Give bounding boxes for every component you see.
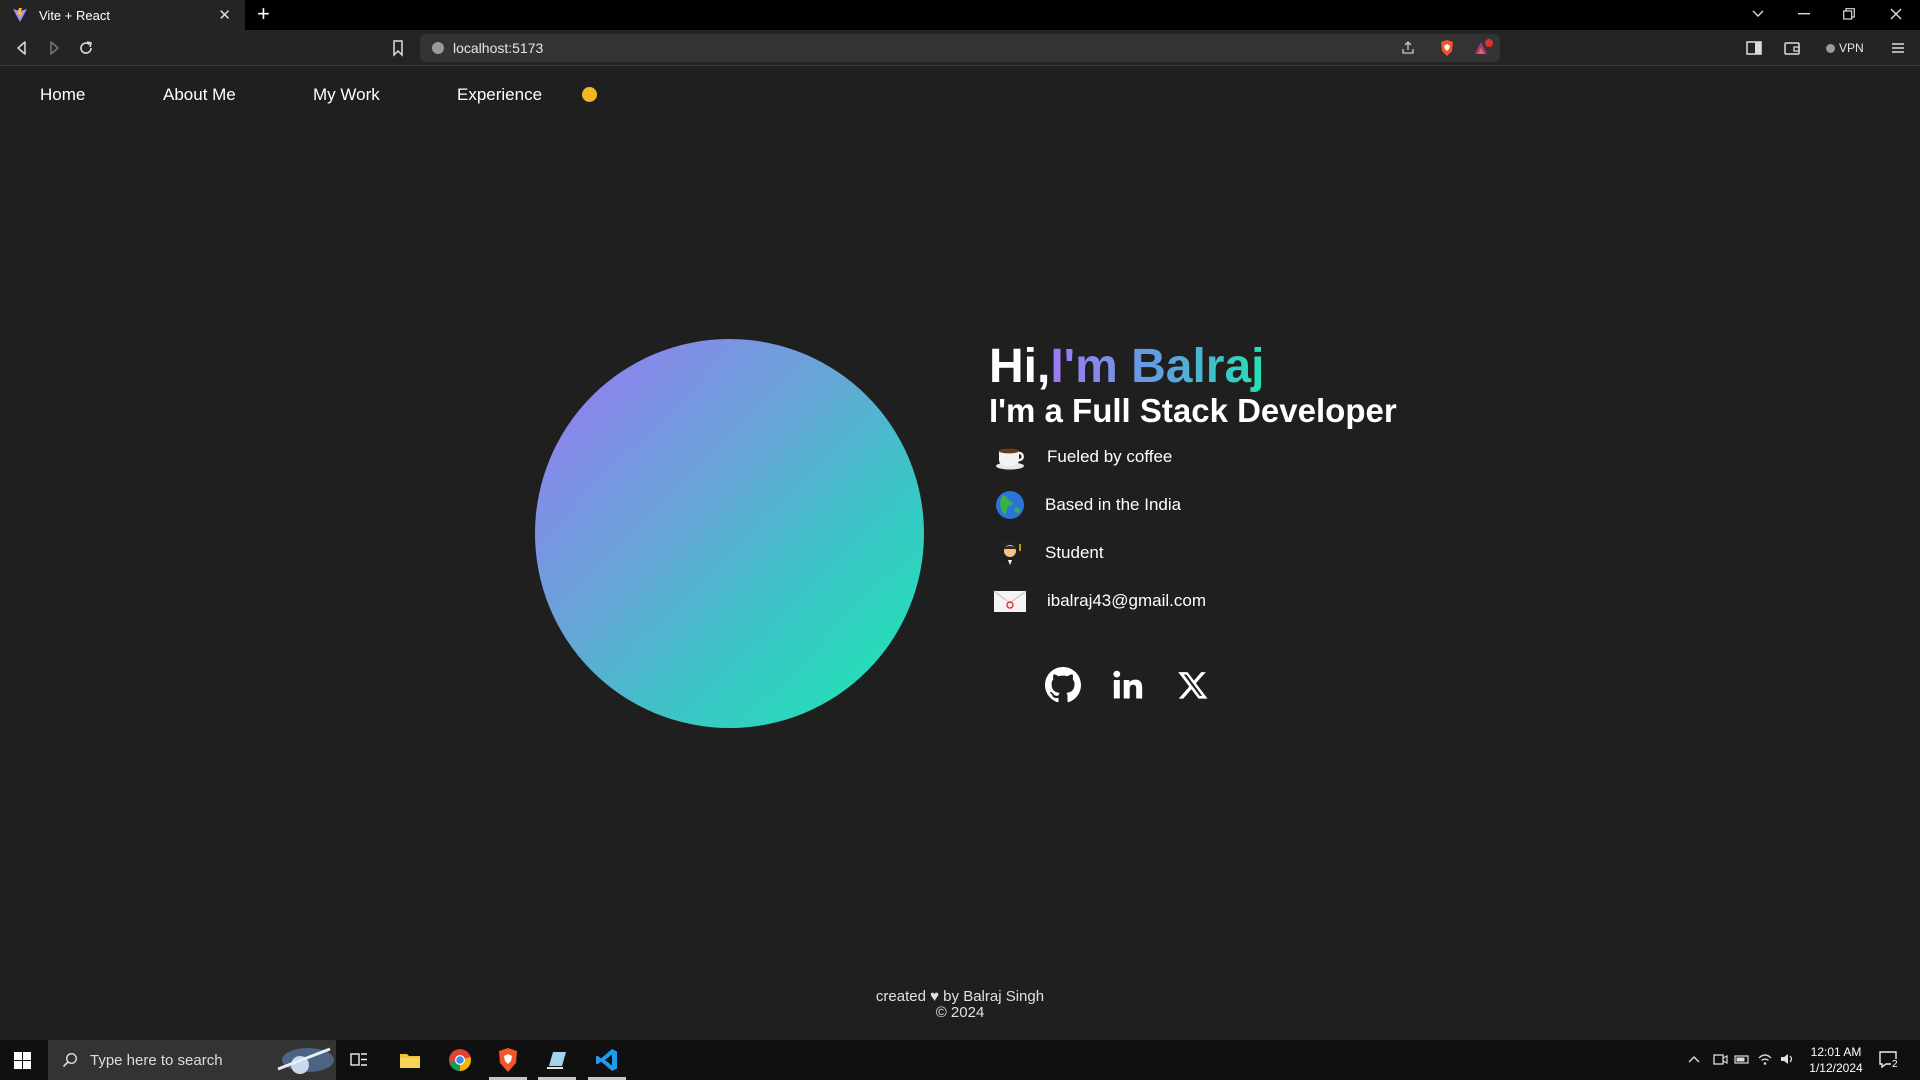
- show-hidden-icons-chevron-icon[interactable]: [1688, 1054, 1700, 1064]
- url-text[interactable]: localhost:5173: [453, 40, 543, 56]
- search-highlight-icon: [277, 1047, 334, 1074]
- action-center-button[interactable]: 2: [1878, 1050, 1900, 1075]
- notification-count: 2: [1891, 1059, 1899, 1070]
- taskbar-clock[interactable]: 12:01 AM 1/12/2024: [1806, 1044, 1866, 1076]
- file-explorer-icon[interactable]: [396, 1046, 424, 1074]
- vscode-icon[interactable]: [593, 1046, 621, 1074]
- windows-taskbar: Type here to search 12:01 AM 1/12/2024 2: [0, 1040, 1920, 1080]
- vite-logo-icon: [13, 8, 27, 22]
- footer-credit: created ♥ by Balraj Singh: [875, 988, 1045, 1005]
- share-icon[interactable]: [1400, 40, 1416, 56]
- meet-now-icon[interactable]: [1712, 1051, 1728, 1067]
- theme-toggle-button[interactable]: [582, 87, 597, 102]
- menu-icon[interactable]: [1888, 38, 1908, 58]
- taskbar-search[interactable]: Type here to search: [48, 1040, 336, 1080]
- brave-shields-icon[interactable]: [1438, 39, 1456, 57]
- forward-icon[interactable]: [44, 38, 64, 58]
- battery-icon[interactable]: [1734, 1051, 1750, 1067]
- close-window-icon[interactable]: [1890, 8, 1902, 20]
- search-placeholder: Type here to search: [90, 1051, 223, 1069]
- notes-app-icon[interactable]: [543, 1046, 571, 1074]
- brave-browser-icon[interactable]: [494, 1046, 522, 1074]
- nav-experience[interactable]: Experience: [457, 85, 542, 105]
- bookmark-icon[interactable]: [388, 38, 408, 58]
- fact-coffee: Fueled by coffee: [993, 440, 1172, 474]
- globe-icon: [993, 488, 1027, 522]
- fact-text: Student: [1045, 543, 1104, 562]
- wallet-icon[interactable]: [1782, 38, 1802, 58]
- linkedin-icon[interactable]: [1108, 665, 1148, 705]
- fact-location: Based in the India: [993, 488, 1181, 522]
- fact-student: Student: [993, 536, 1104, 570]
- student-icon: [993, 536, 1027, 570]
- greeting-text: Hi,: [989, 340, 1051, 393]
- hero-name: I'm Balraj: [1050, 340, 1265, 393]
- fact-text[interactable]: ibalraj43@gmail.com: [1047, 591, 1206, 611]
- hero-greeting: Hi,I'm Balraj: [989, 339, 1265, 394]
- portfolio-page: Home About Me My Work Experience Hi,I'm …: [0, 67, 1920, 1040]
- windows-start-icon[interactable]: [14, 1052, 31, 1069]
- restore-icon[interactable]: [1843, 8, 1855, 20]
- chrome-icon[interactable]: [446, 1046, 474, 1074]
- hero-role: I'm a Full Stack Developer: [989, 392, 1397, 429]
- volume-icon[interactable]: [1779, 1051, 1795, 1067]
- vpn-button[interactable]: VPN: [1826, 38, 1864, 58]
- clock-date: 1/12/2024: [1809, 1061, 1863, 1075]
- nav-home[interactable]: Home: [40, 85, 85, 105]
- email-icon: [993, 584, 1027, 618]
- vpn-status-icon: [1826, 43, 1835, 53]
- search-icon: [62, 1052, 78, 1068]
- clock-time: 12:01 AM: [1810, 1045, 1862, 1059]
- task-view-icon[interactable]: [345, 1046, 373, 1074]
- minimize-icon[interactable]: [1798, 13, 1810, 15]
- browser-tab[interactable]: Vite + React ✕: [0, 0, 245, 30]
- nav-about-me[interactable]: About Me: [163, 85, 236, 105]
- fact-text: Based in the India: [1045, 495, 1182, 514]
- wifi-icon[interactable]: [1757, 1051, 1773, 1067]
- nav-my-work[interactable]: My Work: [313, 85, 380, 105]
- fact-email: ibalraj43@gmail.com: [993, 584, 1206, 618]
- brave-rewards-icon[interactable]: [1472, 39, 1494, 57]
- github-icon[interactable]: [1043, 665, 1083, 705]
- browser-tab-strip: Vite + React ✕ +: [0, 0, 1920, 30]
- fact-text: Fueled by coffee: [1047, 447, 1173, 466]
- address-bar[interactable]: localhost:5173: [420, 34, 1500, 62]
- site-footer: created ♥ by Balraj Singh © 2024: [0, 989, 1920, 1021]
- profile-avatar: [535, 339, 924, 728]
- tab-search-chevron-icon[interactable]: [1752, 9, 1764, 19]
- back-icon[interactable]: [12, 38, 32, 58]
- site-info-icon[interactable]: [432, 42, 444, 54]
- coffee-icon: [993, 440, 1027, 474]
- tab-title: Vite + React: [39, 7, 110, 23]
- vpn-label: VPN: [1839, 41, 1864, 55]
- close-tab-icon[interactable]: ✕: [218, 6, 231, 24]
- reload-icon[interactable]: [76, 38, 96, 58]
- footer-copyright: © 2024: [935, 1004, 985, 1021]
- browser-toolbar: localhost:5173 VPN: [0, 30, 1920, 66]
- sidebar-icon[interactable]: [1744, 38, 1764, 58]
- new-tab-button[interactable]: +: [257, 3, 270, 25]
- x-icon[interactable]: [1173, 665, 1213, 705]
